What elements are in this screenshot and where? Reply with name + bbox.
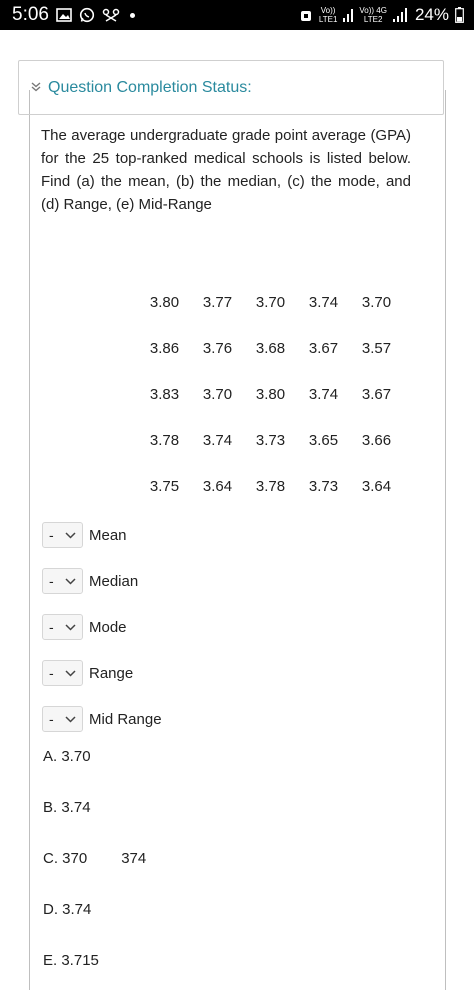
mode-dropdown[interactable]: - [42, 614, 83, 640]
page-content: Question Completion Status: The average … [0, 30, 474, 990]
data-cell: 3.70 [361, 293, 392, 311]
dropdown-value: - [49, 619, 54, 635]
data-cell: 3.83 [149, 385, 180, 403]
data-cell: 3.64 [202, 477, 233, 495]
median-dropdown[interactable]: - [42, 568, 83, 594]
option-c-extra: 374 [121, 850, 147, 867]
option-b: B. 3.74 [43, 799, 91, 816]
data-cell: 3.73 [255, 431, 286, 449]
data-cell: 3.73 [308, 477, 339, 495]
answer-label: Mid Range [89, 710, 162, 728]
data-cell: 3.74 [308, 385, 339, 403]
data-cell: 3.66 [361, 431, 392, 449]
battery-percent: 24% [414, 5, 449, 24]
chevron-down-icon [65, 531, 76, 539]
dropdown-value: - [49, 711, 54, 727]
data-cell: 3.67 [308, 339, 339, 357]
data-cell: 3.65 [308, 431, 339, 449]
double-chevron-down-icon [31, 82, 41, 95]
whatsapp-icon [79, 7, 95, 23]
signal-2-icon [392, 8, 409, 22]
dropdown-value: - [49, 573, 54, 589]
network-2-bottom: LTE2 [363, 15, 383, 24]
answer-label: Mode [89, 618, 127, 636]
question-text: The average undergraduate grade point av… [41, 127, 411, 213]
mean-dropdown[interactable]: - [42, 522, 83, 548]
data-cell: 3.57 [361, 339, 392, 357]
question-completion-status[interactable]: Question Completion Status: [18, 60, 444, 115]
data-cell: 3.74 [308, 293, 339, 311]
more-notifications-dot [129, 12, 135, 18]
answer-row-mode: - Mode [42, 604, 162, 650]
data-cell: 3.70 [255, 293, 286, 311]
answer-row-mean: - Mean [42, 512, 162, 558]
data-cell: 3.64 [361, 477, 392, 495]
data-cell: 3.77 [202, 293, 233, 311]
data-cell: 3.80 [255, 385, 286, 403]
network-2-label: Vo)) 4G LTE2 [359, 6, 387, 24]
data-cell: 3.76 [202, 339, 233, 357]
answer-dropdowns: - Mean - Median - Mode - Range - Mid Ran… [42, 512, 162, 742]
data-cell: 3.80 [149, 293, 180, 311]
data-row: 3.75 3.64 3.78 3.73 3.64 [138, 463, 403, 509]
answer-row-mid-range: - Mid Range [42, 696, 162, 742]
data-row: 3.83 3.70 3.80 3.74 3.67 [138, 371, 403, 417]
option-c: C. 370 374 [43, 850, 146, 867]
data-cell: 3.74 [202, 431, 233, 449]
data-cell: 3.67 [361, 385, 392, 403]
network-1-top: Vo)) [320, 6, 336, 15]
option-c-text: C. 370 [43, 850, 88, 867]
chevron-down-icon [65, 669, 76, 677]
status-title: Question Completion Status: [48, 78, 252, 96]
data-cell: 3.70 [202, 385, 233, 403]
data-row: 3.78 3.74 3.73 3.65 3.66 [138, 417, 403, 463]
answer-row-median: - Median [42, 558, 162, 604]
data-cell: 3.75 [149, 477, 180, 495]
answer-label: Mean [89, 526, 127, 544]
status-bar: 5:06 Vo)) LTE1 Vo)) 4G LTE2 24% [0, 0, 474, 30]
data-cell: 3.86 [149, 339, 180, 357]
battery-icon [455, 7, 464, 23]
answer-row-range: - Range [42, 650, 162, 696]
gallery-icon [56, 8, 72, 22]
gpa-data-table: 3.80 3.77 3.70 3.74 3.70 3.86 3.76 3.68 3.67 3.57… [138, 279, 403, 509]
option-a: A. 3.70 [43, 748, 91, 765]
gpa-data-body: 3.80 3.77 3.70 3.74 3.70 3.86 3.76 3.68 3.67 3.57… [138, 279, 403, 509]
chevron-down-icon [65, 715, 76, 723]
mid-range-dropdown[interactable]: - [42, 706, 83, 732]
network-2-top: Vo)) 4G [359, 6, 387, 15]
app-notification-icon [102, 8, 120, 22]
answer-label: Range [89, 664, 134, 682]
data-row: 3.86 3.76 3.68 3.67 3.57 [138, 325, 403, 371]
answer-label: Median [89, 572, 139, 590]
option-d: D. 3.74 [43, 901, 92, 918]
status-time: 5:06 [12, 4, 49, 25]
chevron-down-icon [65, 577, 76, 585]
chevron-down-icon [65, 623, 76, 631]
network-1-label: Vo)) LTE1 [319, 6, 338, 24]
data-cell: 3.78 [255, 477, 286, 495]
network-1-bottom: LTE1 [318, 15, 338, 24]
dropdown-value: - [49, 665, 54, 681]
option-e: E. 3.715 [43, 952, 99, 969]
data-cell: 3.68 [255, 339, 286, 357]
range-dropdown[interactable]: - [42, 660, 83, 686]
data-cell: 3.78 [149, 431, 180, 449]
data-row: 3.80 3.77 3.70 3.74 3.70 [138, 279, 403, 325]
status-bar-left: 5:06 [12, 4, 135, 26]
alarm-icon [299, 8, 313, 22]
status-bar-right: Vo)) LTE1 Vo)) 4G LTE2 24% [299, 5, 464, 25]
signal-1-icon [343, 8, 354, 22]
dropdown-value: - [49, 527, 54, 543]
